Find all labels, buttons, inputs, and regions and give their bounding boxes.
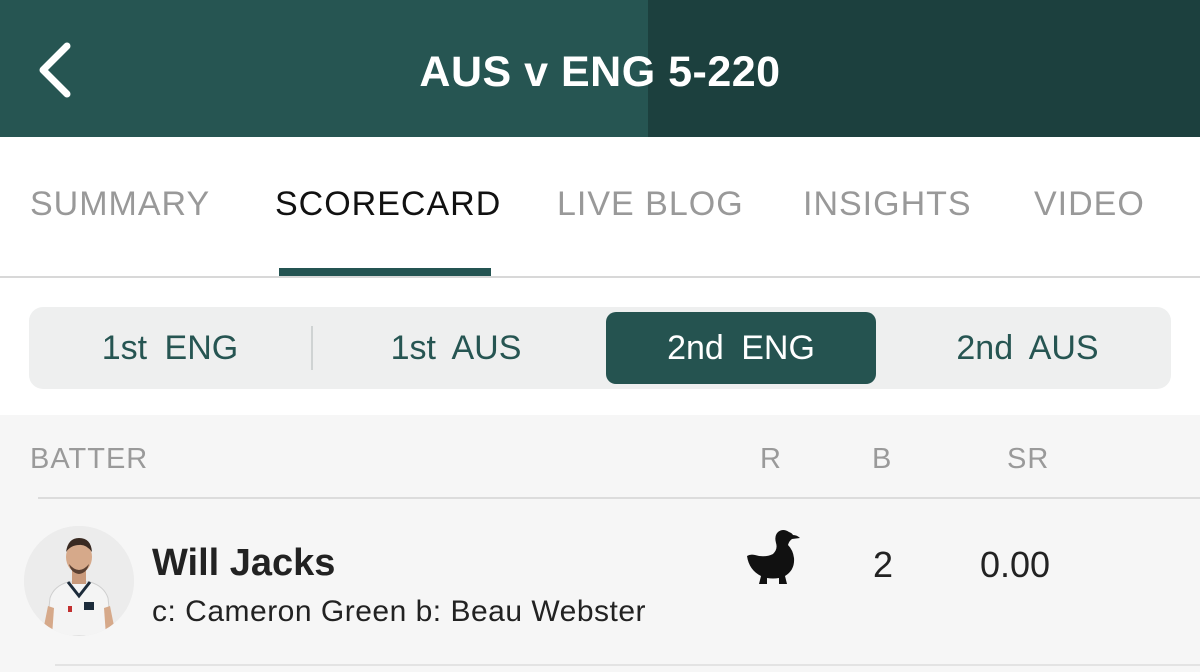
- tab-live-blog[interactable]: LIVE BLOG: [557, 185, 744, 224]
- column-header-strike-rate: SR: [1007, 443, 1050, 475]
- tab-bar: SUMMARY SCORECARD LIVE BLOG INSIGHTS VID…: [0, 137, 1200, 278]
- app-header: AUS v ENG 5-220: [0, 0, 1200, 137]
- balls-value: 2: [873, 544, 894, 585]
- dismissal-info: c: Cameron Green b: Beau Webster: [152, 595, 647, 628]
- tab-video[interactable]: VIDEO: [1034, 185, 1145, 224]
- column-header-runs: R: [760, 443, 782, 475]
- header-divider: [38, 497, 1200, 499]
- page-title: AUS v ENG 5-220: [419, 48, 781, 96]
- innings-1st-eng[interactable]: 1st ENG: [29, 307, 311, 389]
- player-avatar[interactable]: [24, 526, 134, 636]
- tab-summary[interactable]: SUMMARY: [30, 185, 210, 224]
- innings-2nd-eng[interactable]: 2nd ENG: [606, 307, 876, 389]
- tab-insights[interactable]: INSIGHTS: [803, 185, 972, 224]
- innings-2nd-aus[interactable]: 2nd AUS: [884, 307, 1171, 389]
- innings-segmented-control: 1st ENG 1st AUS 2nd ENG 2nd AUS: [29, 307, 1171, 389]
- active-tab-indicator: [279, 268, 491, 276]
- innings-selector-area: 1st ENG 1st AUS 2nd ENG 2nd AUS: [0, 278, 1200, 415]
- batting-table: BATTER R B SR Will Jacks c: Cameron Gree…: [0, 415, 1200, 672]
- duck-icon: [747, 530, 800, 584]
- column-header-balls: B: [872, 443, 893, 475]
- player-name[interactable]: Will Jacks: [152, 542, 335, 585]
- strike-rate-value: 0.00: [980, 544, 1051, 585]
- column-header-batter: BATTER: [30, 443, 149, 475]
- innings-1st-aus[interactable]: 1st AUS: [313, 307, 599, 389]
- tab-scorecard[interactable]: SCORECARD: [275, 185, 501, 224]
- row-divider: [55, 664, 1200, 666]
